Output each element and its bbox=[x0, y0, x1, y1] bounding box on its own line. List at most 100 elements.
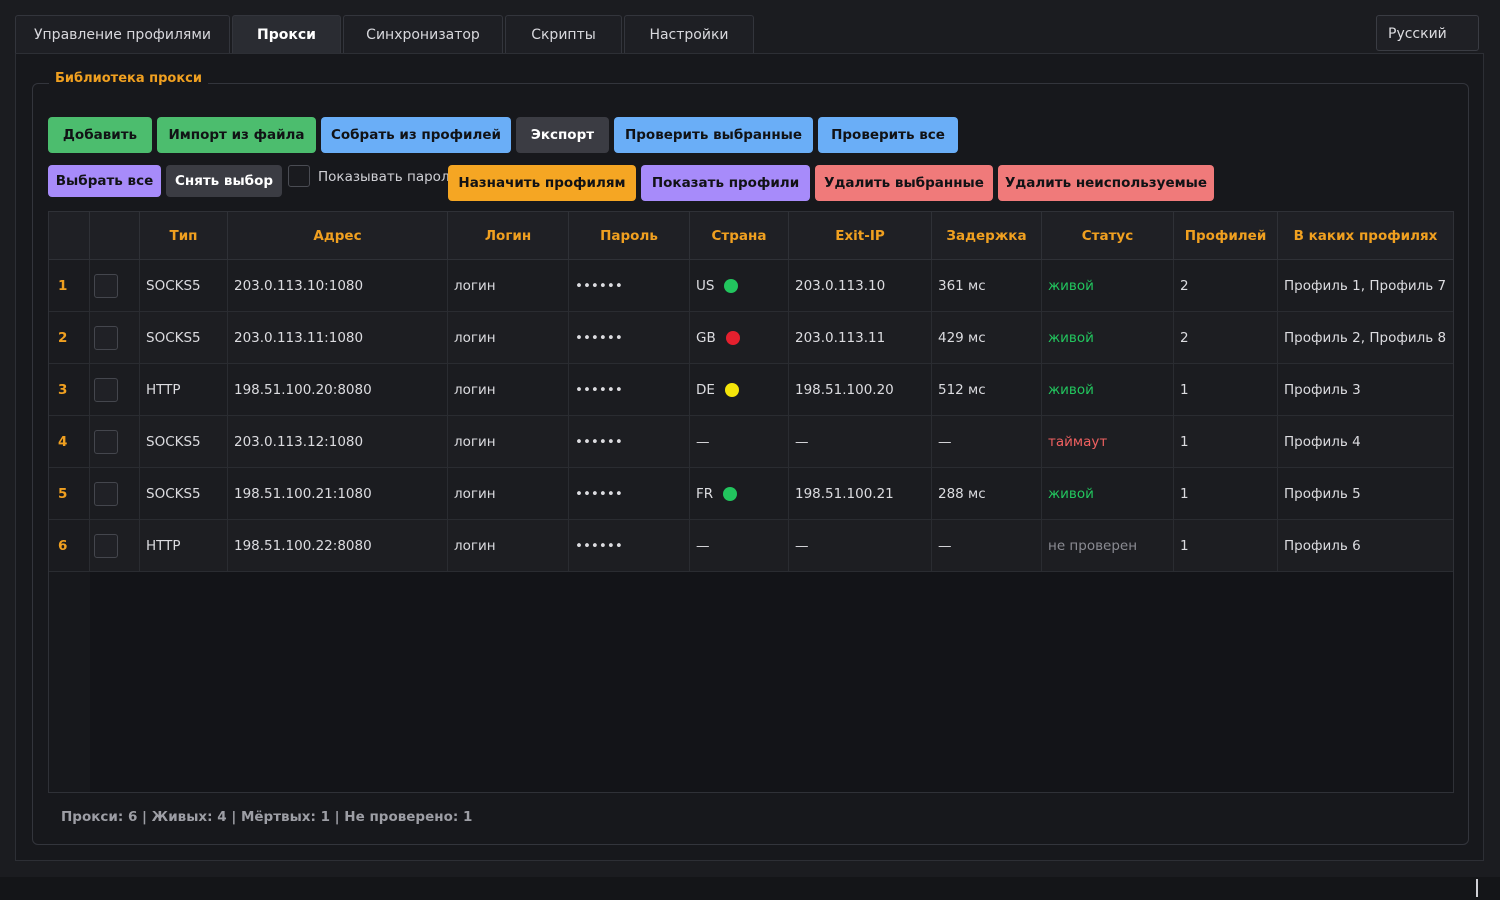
cell-status: живой bbox=[1042, 468, 1174, 520]
tab-settings[interactable]: Настройки bbox=[624, 15, 754, 54]
cell-status: живой bbox=[1042, 312, 1174, 364]
header-profiles[interactable]: В каких профилях bbox=[1278, 212, 1453, 260]
row-number: 3 bbox=[49, 364, 90, 416]
row-number: 1 bbox=[49, 260, 90, 312]
cell-exit-ip: 203.0.113.10 bbox=[789, 260, 932, 312]
cell-profile-count: 1 bbox=[1174, 364, 1278, 416]
header-address[interactable]: Адрес bbox=[228, 212, 448, 260]
cell-profiles: Профиль 6 bbox=[1278, 520, 1453, 572]
check-selected-button[interactable]: Проверить выбранные bbox=[614, 117, 813, 153]
resize-grip[interactable] bbox=[1476, 879, 1478, 897]
row-select-cell bbox=[90, 364, 140, 416]
import-file-button[interactable]: Импорт из файла bbox=[157, 117, 316, 153]
cell-password: •••••• bbox=[569, 416, 690, 468]
cell-profiles: Профиль 5 bbox=[1278, 468, 1453, 520]
cell-address: 203.0.113.12:1080 bbox=[228, 416, 448, 468]
country-code: US bbox=[696, 277, 715, 294]
row-select-cell bbox=[90, 260, 140, 312]
row-select-cell bbox=[90, 312, 140, 364]
header-exit-ip[interactable]: Exit-IP bbox=[789, 212, 932, 260]
show-passwords-label: Показывать пароли bbox=[318, 169, 459, 185]
header-select bbox=[90, 212, 140, 260]
cell-exit-ip: — bbox=[789, 520, 932, 572]
header-delay[interactable]: Задержка bbox=[932, 212, 1042, 260]
table-row[interactable]: 6 HTTP 198.51.100.22:8080 логин •••••• — — — не … bbox=[49, 520, 1453, 572]
table-row[interactable]: 5 SOCKS5 198.51.100.21:1080 логин •••••• FR 19… bbox=[49, 468, 1453, 520]
cell-login: логин bbox=[448, 416, 569, 468]
table-row[interactable]: 4 SOCKS5 203.0.113.12:1080 логин •••••• — — — та… bbox=[49, 416, 1453, 468]
cell-profile-count: 1 bbox=[1174, 416, 1278, 468]
header-type[interactable]: Тип bbox=[140, 212, 228, 260]
tab-synchronizer[interactable]: Синхронизатор bbox=[343, 15, 503, 54]
cell-login: логин bbox=[448, 364, 569, 416]
tab-proxy[interactable]: Прокси bbox=[232, 15, 341, 54]
cell-type: SOCKS5 bbox=[140, 260, 228, 312]
row-checkbox[interactable] bbox=[94, 273, 118, 298]
row-checkbox[interactable] bbox=[94, 377, 118, 402]
tab-profiles[interactable]: Управление профилями bbox=[15, 15, 230, 54]
add-button[interactable]: Добавить bbox=[48, 117, 152, 153]
row-checkbox[interactable] bbox=[94, 481, 118, 506]
deselect-button[interactable]: Снять выбор bbox=[166, 165, 282, 197]
row-number: 4 bbox=[49, 416, 90, 468]
row-number: 5 bbox=[49, 468, 90, 520]
cell-type: SOCKS5 bbox=[140, 312, 228, 364]
cell-password: •••••• bbox=[569, 260, 690, 312]
cell-delay: — bbox=[932, 520, 1042, 572]
window-status-strip bbox=[0, 877, 1500, 900]
cell-delay: — bbox=[932, 416, 1042, 468]
row-select-cell bbox=[90, 468, 140, 520]
cell-country: US bbox=[690, 260, 789, 312]
cell-exit-ip: 198.51.100.21 bbox=[789, 468, 932, 520]
cell-country: — bbox=[690, 520, 789, 572]
proxy-table: Тип Адрес Логин Пароль Страна Exit-IP За… bbox=[48, 211, 1454, 793]
cell-profiles: Профиль 3 bbox=[1278, 364, 1453, 416]
row-checkbox[interactable] bbox=[94, 533, 118, 558]
cell-delay: 512 мс bbox=[932, 364, 1042, 416]
header-password[interactable]: Пароль bbox=[569, 212, 690, 260]
delete-unused-button[interactable]: Удалить неиспользуемые bbox=[998, 165, 1214, 201]
collect-from-profiles-button[interactable]: Собрать из профилей bbox=[321, 117, 511, 153]
country-code: GB bbox=[696, 329, 716, 346]
table-header: Тип Адрес Логин Пароль Страна Exit-IP За… bbox=[49, 212, 1453, 260]
cell-country: DE bbox=[690, 364, 789, 416]
check-all-button[interactable]: Проверить все bbox=[818, 117, 958, 153]
cell-address: 203.0.113.10:1080 bbox=[228, 260, 448, 312]
row-checkbox[interactable] bbox=[94, 325, 118, 350]
cell-address: 203.0.113.11:1080 bbox=[228, 312, 448, 364]
cell-profiles: Профиль 2, Профиль 8 bbox=[1278, 312, 1453, 364]
cell-status: не проверен bbox=[1042, 520, 1174, 572]
assign-profiles-button[interactable]: Назначить профилям bbox=[448, 165, 636, 201]
show-profiles-button[interactable]: Показать профили bbox=[641, 165, 810, 201]
header-status[interactable]: Статус bbox=[1042, 212, 1174, 260]
cell-exit-ip: 198.51.100.20 bbox=[789, 364, 932, 416]
language-select[interactable]: Русский bbox=[1376, 15, 1479, 51]
header-country[interactable]: Страна bbox=[690, 212, 789, 260]
country-code: FR bbox=[696, 485, 714, 502]
cell-status: живой bbox=[1042, 364, 1174, 416]
group-title: Библиотека прокси bbox=[49, 71, 208, 86]
cell-profile-count: 2 bbox=[1174, 312, 1278, 364]
select-all-button[interactable]: Выбрать все bbox=[48, 165, 161, 197]
show-passwords-checkbox[interactable] bbox=[288, 165, 310, 187]
cell-type: SOCKS5 bbox=[140, 416, 228, 468]
cell-address: 198.51.100.20:8080 bbox=[228, 364, 448, 416]
header-profile-count[interactable]: Профилей bbox=[1174, 212, 1278, 260]
table-row[interactable]: 3 HTTP 198.51.100.20:8080 логин •••••• DE 198.… bbox=[49, 364, 1453, 416]
cell-address: 198.51.100.21:1080 bbox=[228, 468, 448, 520]
cell-country: FR bbox=[690, 468, 789, 520]
corner-cell bbox=[49, 212, 90, 260]
row-checkbox[interactable] bbox=[94, 429, 118, 454]
country-code: — bbox=[696, 433, 710, 450]
header-login[interactable]: Логин bbox=[448, 212, 569, 260]
cell-status: таймаут bbox=[1042, 416, 1174, 468]
table-row[interactable]: 2 SOCKS5 203.0.113.11:1080 логин •••••• GB 203… bbox=[49, 312, 1453, 364]
cell-exit-ip: — bbox=[789, 416, 932, 468]
cell-status: живой bbox=[1042, 260, 1174, 312]
country-status-dot-icon bbox=[724, 382, 739, 397]
table-row[interactable]: 1 SOCKS5 203.0.113.10:1080 логин •••••• US 203… bbox=[49, 260, 1453, 312]
tab-scripts[interactable]: Скрипты bbox=[505, 15, 622, 54]
row-select-cell bbox=[90, 416, 140, 468]
export-button[interactable]: Экспорт bbox=[516, 117, 609, 153]
delete-selected-button[interactable]: Удалить выбранные bbox=[815, 165, 993, 201]
